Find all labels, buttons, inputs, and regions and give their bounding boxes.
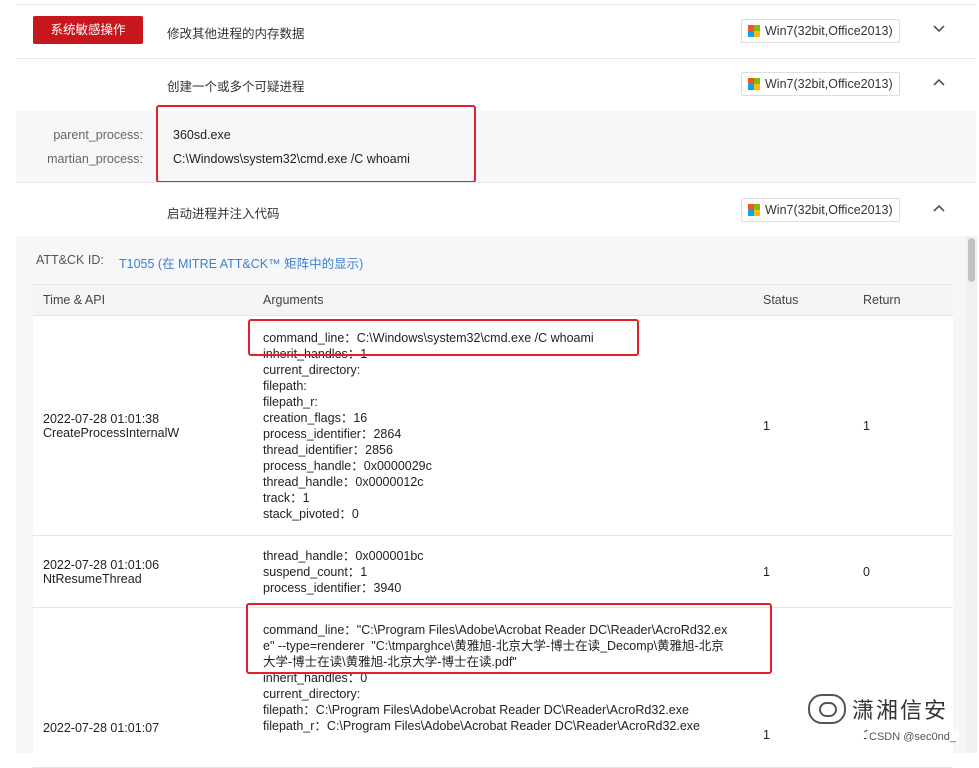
martian-process-label: martian_process: (47, 152, 143, 166)
os-badge-label: Win7(32bit,Office2013) (765, 203, 893, 217)
arg-line: filepath_r: (263, 394, 318, 409)
signature-title-modify-memory[interactable]: 修改其他进程的内存数据 (167, 23, 305, 42)
scrollbar-thumb[interactable] (968, 238, 975, 282)
highlight-box-acrord (246, 603, 772, 674)
csdn-credit: CSDN @sec0nd_ (866, 731, 959, 743)
call-status: 1 (753, 535, 853, 608)
windows-icon (748, 204, 760, 216)
highlight-box-cmd (248, 319, 639, 356)
column-header-return[interactable]: Return (853, 284, 953, 316)
arg-line: process_handle：0x0000029c (263, 458, 432, 473)
wechat-icon (808, 694, 846, 724)
call-time: 2022-07-28 01:01:06 (43, 557, 160, 572)
windows-icon (748, 25, 760, 37)
arg-line: filepath_r：C:\Program Files\Adobe\Acroba… (263, 719, 701, 733)
chevron-up-icon[interactable] (931, 200, 947, 216)
signature-title-inject-code[interactable]: 启动进程并注入代码 (167, 203, 280, 222)
call-time: 2022-07-28 01:01:38 (43, 411, 160, 426)
chevron-down-icon[interactable] (931, 21, 947, 37)
arg-line: suspend_count：1 (263, 564, 368, 579)
signature-title-create-process[interactable]: 创建一个或多个可疑进程 (167, 76, 305, 95)
arg-line: thread_handle：0x000001bc (263, 548, 424, 563)
os-badge: Win7(32bit,Office2013) (741, 72, 900, 96)
vertical-scrollbar[interactable] (966, 236, 977, 753)
call-return: 1 (853, 607, 953, 768)
os-badge-label: Win7(32bit,Office2013) (765, 77, 893, 91)
call-api: NtResumeThread (43, 571, 142, 586)
arg-line: thread_identifier：2856 (263, 442, 393, 457)
arg-line: current_directory: (263, 687, 361, 701)
arg-line: creation_flags：16 (263, 410, 368, 425)
windows-icon (748, 78, 760, 90)
table-row: 2022-07-28 01:01:06 NtResumeThread threa… (33, 535, 953, 608)
arg-line: filepath：C:\Program Files\Adobe\Acrobat … (263, 703, 689, 717)
highlight-box-process (156, 105, 476, 183)
call-return: 1 (853, 315, 953, 536)
column-header-time-api[interactable]: Time & API (33, 284, 253, 316)
column-header-arguments[interactable]: Arguments (253, 284, 753, 316)
os-badge-label: Win7(32bit,Office2013) (765, 24, 893, 38)
category-tag-button[interactable]: 系统敏感操作 (33, 16, 143, 44)
call-time: 2022-07-28 01:01:07 (43, 721, 160, 735)
column-header-status[interactable]: Status (753, 284, 853, 316)
os-badge: Win7(32bit,Office2013) (741, 19, 900, 43)
attck-label: ATT&CK ID: (36, 253, 104, 267)
arg-line: track：1 (263, 490, 310, 505)
arg-line: thread_handle：0x0000012c (263, 474, 424, 489)
call-return: 0 (853, 535, 953, 608)
arg-line: stack_pivoted：0 (263, 506, 359, 521)
parent-process-label: parent_process: (53, 128, 143, 142)
call-api: CreateProcessInternalW (43, 425, 180, 440)
arg-line: process_identifier：3940 (263, 580, 402, 595)
chevron-up-icon[interactable] (931, 74, 947, 90)
call-arguments: thread_handle：0x000001bc suspend_count：1… (253, 535, 753, 608)
arg-line: process_identifier：2864 (263, 426, 402, 441)
arg-line: filepath: (263, 378, 307, 393)
os-badge: Win7(32bit,Office2013) (741, 198, 900, 222)
arg-line: current_directory: (263, 362, 361, 377)
watermark: 潇湘信安 (808, 693, 948, 725)
call-status: 1 (753, 315, 853, 536)
attck-link[interactable]: T1055 (在 MITRE ATT&CK™ 矩阵中的显示) (119, 253, 363, 272)
watermark-text: 潇湘信安 (852, 698, 949, 723)
